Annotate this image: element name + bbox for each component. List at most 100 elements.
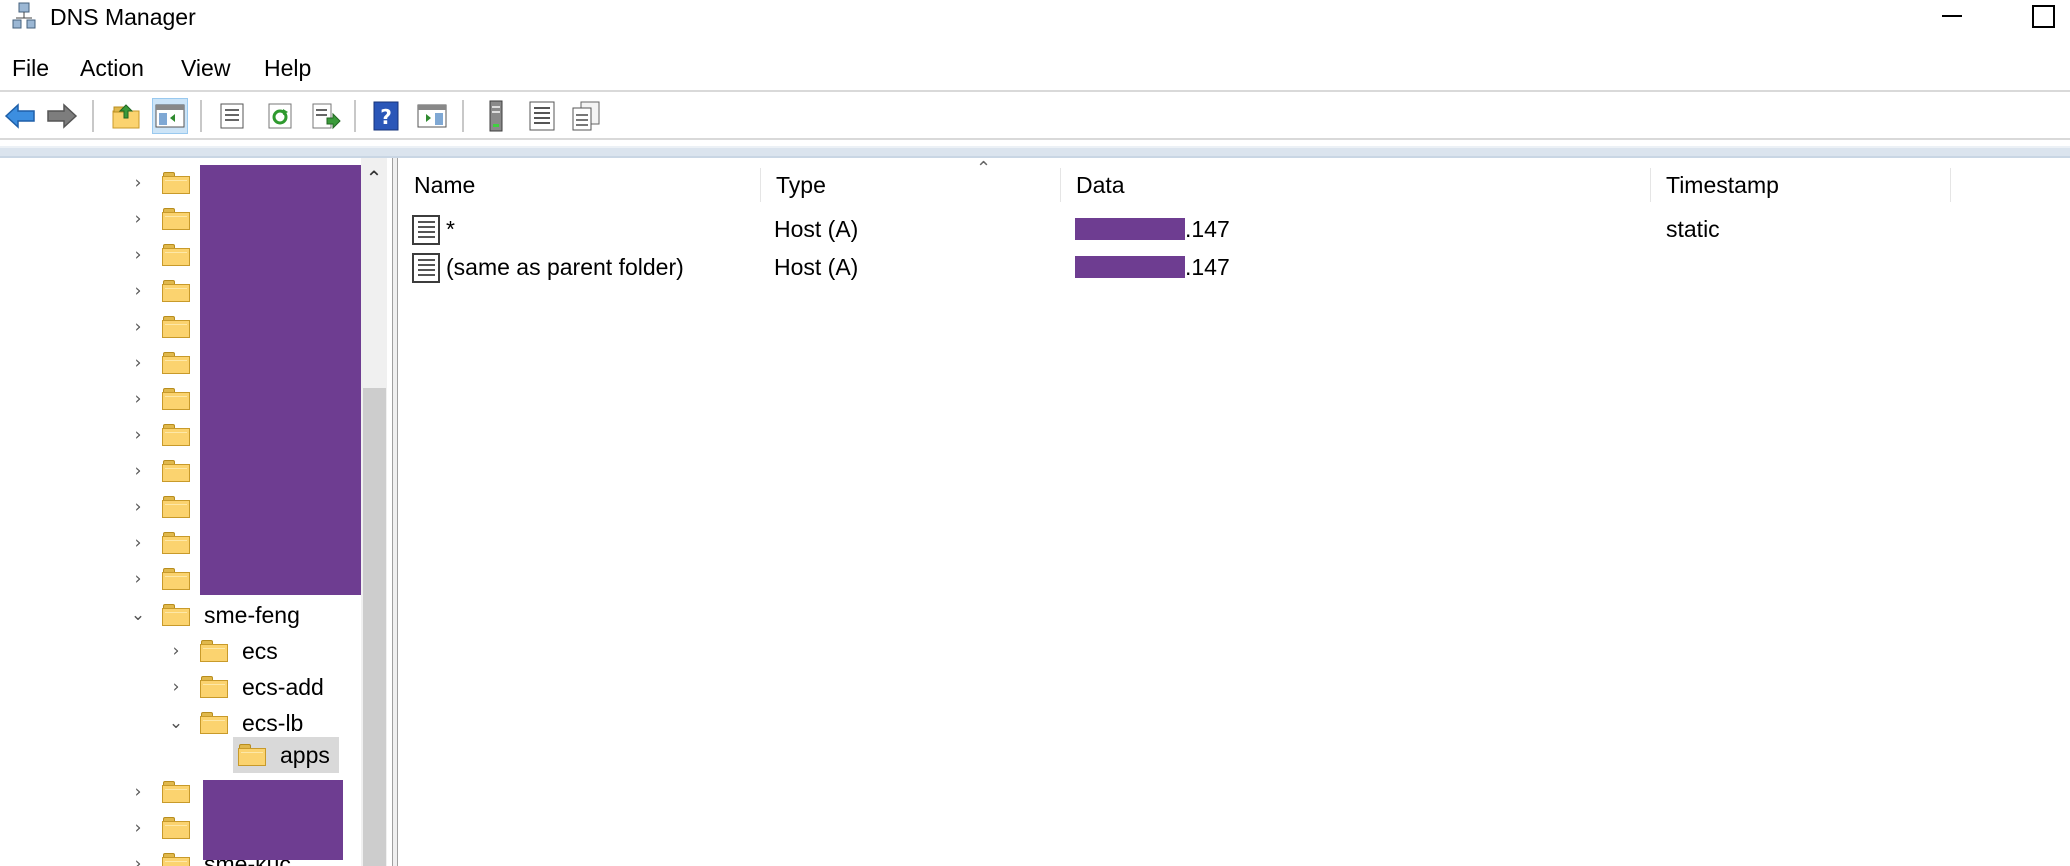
folder-icon — [200, 676, 228, 698]
folder-icon — [162, 316, 190, 338]
server-icon — [489, 100, 503, 132]
column-header-timestamp[interactable]: Timestamp — [1650, 166, 1950, 204]
tree-scrollbar-thumb[interactable] — [363, 388, 386, 866]
chevron-right-icon[interactable]: › — [128, 497, 148, 517]
console-tree: › › › › › › › › › › › › ⌄ sme-feng › ecs › ecs-add … — [0, 158, 392, 866]
copy-records-icon — [572, 101, 600, 131]
folder-icon — [162, 208, 190, 230]
show-hide-console-tree-button[interactable] — [152, 98, 188, 134]
menu-help[interactable]: Help — [264, 50, 311, 86]
chevron-right-icon[interactable]: › — [166, 677, 186, 697]
folder-icon — [162, 460, 190, 482]
list-item[interactable]: * Host (A) .147 static — [398, 210, 2070, 248]
show-hide-action-pane-button[interactable] — [414, 98, 450, 134]
title-bar: DNS Manager — [0, 0, 2070, 34]
chevron-right-icon[interactable]: › — [128, 782, 148, 802]
show-hide-console-tree-icon — [155, 104, 185, 128]
record-name: * — [446, 216, 455, 242]
tree-node-apps[interactable]: apps — [0, 737, 360, 773]
folder-icon — [162, 424, 190, 446]
record-data: .147 — [1185, 254, 1230, 280]
export-list-button[interactable] — [308, 98, 344, 134]
record-type: Host (A) — [774, 216, 859, 242]
column-header-data[interactable]: Data — [1060, 166, 1650, 204]
redaction-block — [200, 165, 361, 595]
folder-icon — [162, 853, 190, 866]
toolbar: ? — [0, 96, 2070, 138]
maximize-button[interactable] — [2010, 0, 2070, 34]
back-button[interactable] — [2, 98, 38, 134]
menu-view[interactable]: View — [181, 50, 230, 86]
folder-icon — [162, 244, 190, 266]
folder-icon — [200, 712, 228, 734]
chevron-right-icon[interactable]: › — [128, 818, 148, 838]
chevron-right-icon[interactable]: › — [166, 641, 186, 661]
properties-button[interactable] — [214, 98, 250, 134]
tree-node-ecs-add[interactable]: › ecs-add — [0, 669, 360, 705]
column-header-name[interactable]: Name — [398, 166, 760, 204]
column-header-type[interactable]: Type — [760, 166, 1060, 204]
tree-node-ecs-lb[interactable]: ⌄ ecs-lb — [0, 705, 360, 741]
list-item[interactable]: (same as parent folder) Host (A) .147 — [398, 248, 2070, 286]
chevron-right-icon[interactable]: › — [128, 317, 148, 337]
tree-node-label: apps — [280, 742, 330, 768]
dns-manager-icon — [12, 2, 36, 29]
menu-action[interactable]: Action — [80, 50, 144, 86]
folder-icon — [162, 352, 190, 374]
chevron-right-icon[interactable]: › — [128, 569, 148, 589]
folder-icon — [162, 172, 190, 194]
list-view-icon — [529, 101, 555, 131]
folder-icon — [200, 640, 228, 662]
back-arrow-icon — [4, 103, 35, 129]
tree-node-sme-feng[interactable]: ⌄ sme-feng — [0, 597, 360, 633]
dns-record-icon — [412, 215, 440, 245]
dns-record-icon — [412, 253, 440, 283]
folder-icon — [238, 744, 266, 766]
menu-file[interactable]: File — [12, 50, 49, 86]
tree-node-label: ecs-lb — [242, 710, 304, 736]
folder-icon — [162, 604, 190, 626]
toolbar-separator — [92, 100, 94, 132]
svg-text:?: ? — [380, 105, 392, 129]
chevron-right-icon[interactable]: › — [128, 461, 148, 481]
folder-icon — [162, 532, 190, 554]
chevron-right-icon[interactable]: › — [128, 209, 148, 229]
tree-node-label: sme-feng — [204, 602, 300, 628]
chevron-right-icon[interactable]: › — [128, 533, 148, 553]
chevron-right-icon[interactable]: › — [128, 389, 148, 409]
chevron-right-icon[interactable]: › — [128, 245, 148, 265]
redaction-block — [1075, 218, 1185, 240]
menu-separator — [0, 90, 2070, 92]
refresh-button[interactable] — [262, 98, 298, 134]
folder-icon — [162, 781, 190, 803]
up-one-level-button[interactable] — [108, 98, 144, 134]
forward-button[interactable] — [44, 98, 80, 134]
export-list-icon — [312, 103, 341, 130]
chevron-down-icon[interactable]: ⌄ — [128, 605, 148, 625]
record-data: .147 — [1185, 216, 1230, 242]
tree-node-label: ecs — [242, 638, 278, 664]
chevron-right-icon[interactable]: › — [128, 353, 148, 373]
tree-node-ecs[interactable]: › ecs — [0, 633, 360, 669]
help-button[interactable]: ? — [368, 98, 404, 134]
chevron-right-icon[interactable]: › — [128, 281, 148, 301]
refresh-icon — [268, 103, 292, 129]
toolbar-separator — [462, 100, 464, 132]
server-button[interactable] — [478, 98, 514, 134]
forward-arrow-icon — [47, 103, 78, 129]
chevron-right-icon[interactable]: › — [128, 854, 148, 866]
list-view-button[interactable] — [524, 98, 560, 134]
scroll-up-arrow-icon[interactable]: ⌃ — [361, 165, 387, 191]
chevron-right-icon[interactable]: › — [128, 425, 148, 445]
toolbar-separator-line — [0, 138, 2070, 140]
chevron-down-icon[interactable]: ⌄ — [166, 713, 186, 733]
redaction-block — [203, 780, 343, 860]
pane-header-band — [0, 146, 2070, 158]
window-title: DNS Manager — [50, 4, 196, 30]
chevron-right-icon[interactable]: › — [128, 173, 148, 193]
menu-bar: File Action View Help — [0, 50, 2070, 86]
column-divider[interactable] — [1950, 168, 1951, 202]
copy-records-button[interactable] — [568, 98, 604, 134]
toolbar-separator — [354, 100, 356, 132]
minimize-button[interactable] — [1920, 0, 1980, 34]
